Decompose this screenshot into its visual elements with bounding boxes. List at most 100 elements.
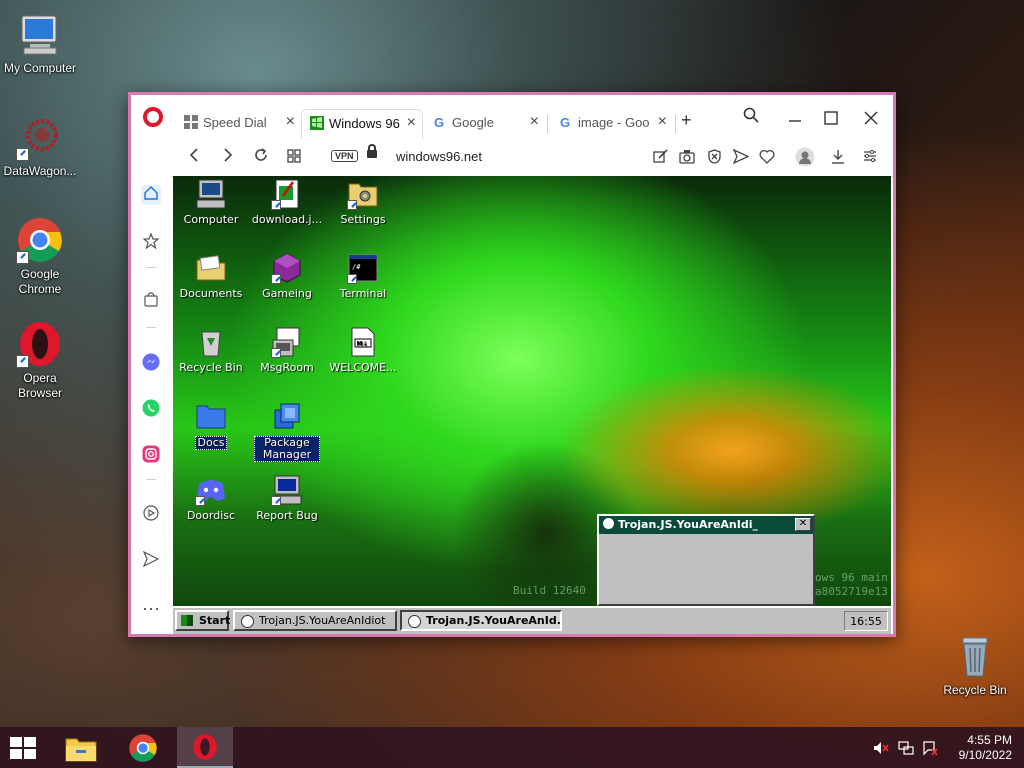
system-clock[interactable]: 4:55 PM 9/10/2022	[959, 733, 1012, 763]
tab-label: image - Goo	[578, 115, 650, 130]
forward-icon[interactable]	[221, 147, 235, 168]
sidebar-bookmarks-icon[interactable]	[141, 232, 161, 253]
reload-icon[interactable]	[253, 147, 269, 168]
w96-taskbar-item[interactable]: Trojan.JS.YouAreAnIdiot	[233, 610, 397, 631]
desktop-icon-opera-browser[interactable]: Opera Browser	[0, 320, 80, 401]
msgroom-icon	[271, 326, 303, 358]
w96-icon-settings[interactable]: Settings	[326, 178, 400, 226]
profile-avatar-icon[interactable]	[795, 147, 815, 170]
desktop-icon-label: DataWagon...	[3, 164, 77, 178]
tabs-grid-icon[interactable]	[287, 147, 301, 168]
chrome-icon	[16, 216, 64, 264]
desktop-icon-datawagon[interactable]: DataWagon...	[0, 113, 80, 179]
clock-date: 9/10/2022	[958, 748, 1012, 762]
google-favicon-icon: G	[559, 115, 573, 130]
action-center-icon[interactable]	[922, 740, 938, 759]
shortcut-arrow-icon	[16, 251, 29, 264]
tab-google[interactable]: G Google ×	[425, 109, 545, 139]
shortcut-arrow-icon	[271, 348, 281, 358]
terminal-icon: /#	[347, 252, 379, 284]
w96-icon-label: Documents	[179, 287, 243, 300]
sidebar-instagram-icon[interactable]	[141, 445, 161, 465]
w96-icon-docs[interactable]: Docs	[174, 400, 248, 450]
w96-icon-label: Gameing	[262, 287, 312, 300]
shortcut-arrow-icon	[271, 200, 281, 210]
popup-close-button[interactable]: ✕	[795, 518, 811, 531]
back-icon[interactable]	[187, 147, 201, 168]
close-tab-icon[interactable]: ×	[530, 113, 539, 131]
w96-icon-gameing[interactable]: Gameing	[250, 252, 324, 300]
minimize-button[interactable]	[788, 107, 802, 128]
opera-icon	[193, 734, 217, 760]
close-tab-icon[interactable]: ×	[658, 113, 667, 131]
tab-bar: Speed Dial × Windows 96 × G Google × G i…	[131, 95, 893, 139]
svg-text:M↓: M↓	[357, 341, 368, 348]
network-icon[interactable]	[898, 740, 914, 759]
sidebar-more-icon[interactable]: ···	[141, 599, 161, 621]
w96-icon-package-manager[interactable]: Package Manager	[250, 400, 324, 462]
popup-title: Trojan.JS.YouAreAnIdi_	[618, 518, 758, 531]
w96-icon-msgroom[interactable]: MsgRoom	[250, 326, 324, 374]
windows96-desktop: Build 12640 ows 96 main a8052719e13 Comp…	[173, 176, 891, 634]
w96-taskbar: Start Trojan.JS.YouAreAnIdiot Trojan.JS.…	[173, 606, 891, 634]
search-tabs-icon[interactable]	[743, 107, 759, 128]
desktop-icon-my-computer[interactable]: My Computer	[0, 10, 80, 76]
easy-setup-icon[interactable]	[863, 149, 877, 166]
ad-block-icon[interactable]	[707, 149, 722, 167]
edit-icon[interactable]	[653, 149, 668, 167]
sidebar-shopping-icon[interactable]	[141, 291, 161, 311]
close-window-button[interactable]	[864, 109, 878, 130]
vpn-badge[interactable]: VPN	[331, 150, 358, 162]
shortcut-arrow-icon	[16, 355, 29, 368]
desktop-icon-label: My Computer	[3, 61, 77, 75]
package-icon	[271, 400, 303, 432]
sidebar-home-icon[interactable]	[141, 185, 161, 205]
sidebar-player-icon[interactable]	[141, 505, 161, 525]
lock-icon[interactable]	[367, 144, 377, 158]
volume-muted-icon[interactable]	[873, 740, 889, 759]
url-text[interactable]: windows96.net	[396, 149, 482, 164]
markdown-file-icon: M↓	[347, 326, 379, 358]
send-icon[interactable]	[732, 148, 750, 167]
w96-icon-terminal[interactable]: /# Terminal	[326, 252, 400, 300]
close-tab-icon[interactable]: ×	[286, 113, 295, 131]
heart-icon[interactable]	[759, 149, 775, 167]
computer-icon	[195, 178, 227, 210]
sidebar-send-icon[interactable]	[141, 550, 161, 571]
w96-taskbar-item-active[interactable]: Trojan.JS.YouAreAnId...	[400, 610, 562, 631]
opera-menu-icon[interactable]	[143, 107, 163, 127]
computer-icon	[16, 10, 64, 58]
w96-icon-recycle-bin[interactable]: Recycle Bin	[174, 326, 248, 374]
taskbar-file-explorer[interactable]	[54, 727, 108, 768]
w96-icon-download[interactable]: download.j...	[250, 178, 324, 226]
w96-icon-documents[interactable]: Documents	[174, 252, 248, 300]
camera-icon[interactable]	[679, 149, 695, 167]
tab-image-google[interactable]: G image - Goo ×	[551, 109, 673, 139]
shortcut-arrow-icon	[195, 496, 205, 506]
svg-text:/#: /#	[352, 263, 361, 271]
download-icon[interactable]	[831, 149, 845, 167]
desktop-icon-recycle-bin[interactable]: Recycle Bin	[935, 632, 1015, 698]
desktop-icon-google-chrome[interactable]: Google Chrome	[0, 216, 80, 297]
sidebar-whatsapp-icon[interactable]	[141, 399, 161, 419]
start-button[interactable]	[0, 727, 48, 768]
build-text: Build 12640	[513, 584, 586, 597]
maximize-button[interactable]	[824, 109, 838, 130]
tab-windows-96[interactable]: Windows 96 ×	[301, 109, 423, 139]
popup-title-bar[interactable]: Trojan.JS.YouAreAnIdi_ ✕	[599, 516, 813, 534]
tab-speed-dial[interactable]: Speed Dial ×	[176, 109, 301, 139]
desktop-icon-label: Recycle Bin	[943, 683, 1007, 697]
close-tab-icon[interactable]: ×	[407, 114, 416, 132]
w96-icon-report-bug[interactable]: Report Bug	[250, 474, 324, 522]
sidebar-messenger-icon[interactable]	[141, 353, 161, 373]
trojan-popup-window[interactable]: Trojan.JS.YouAreAnIdi_ ✕	[597, 514, 815, 606]
taskbar-opera[interactable]	[177, 727, 233, 768]
new-tab-button[interactable]: +	[681, 110, 692, 131]
w96-icon-doordisc[interactable]: Doordisc	[174, 474, 248, 522]
w96-icon-computer[interactable]: Computer	[174, 178, 248, 226]
w96-icon-label: WELCOME...	[329, 361, 397, 374]
taskbar-chrome[interactable]	[116, 727, 170, 768]
w96-icon-label: Docs	[194, 436, 228, 450]
w96-icon-welcome[interactable]: M↓ WELCOME...	[326, 326, 400, 374]
w96-start-button[interactable]: Start	[175, 610, 230, 631]
